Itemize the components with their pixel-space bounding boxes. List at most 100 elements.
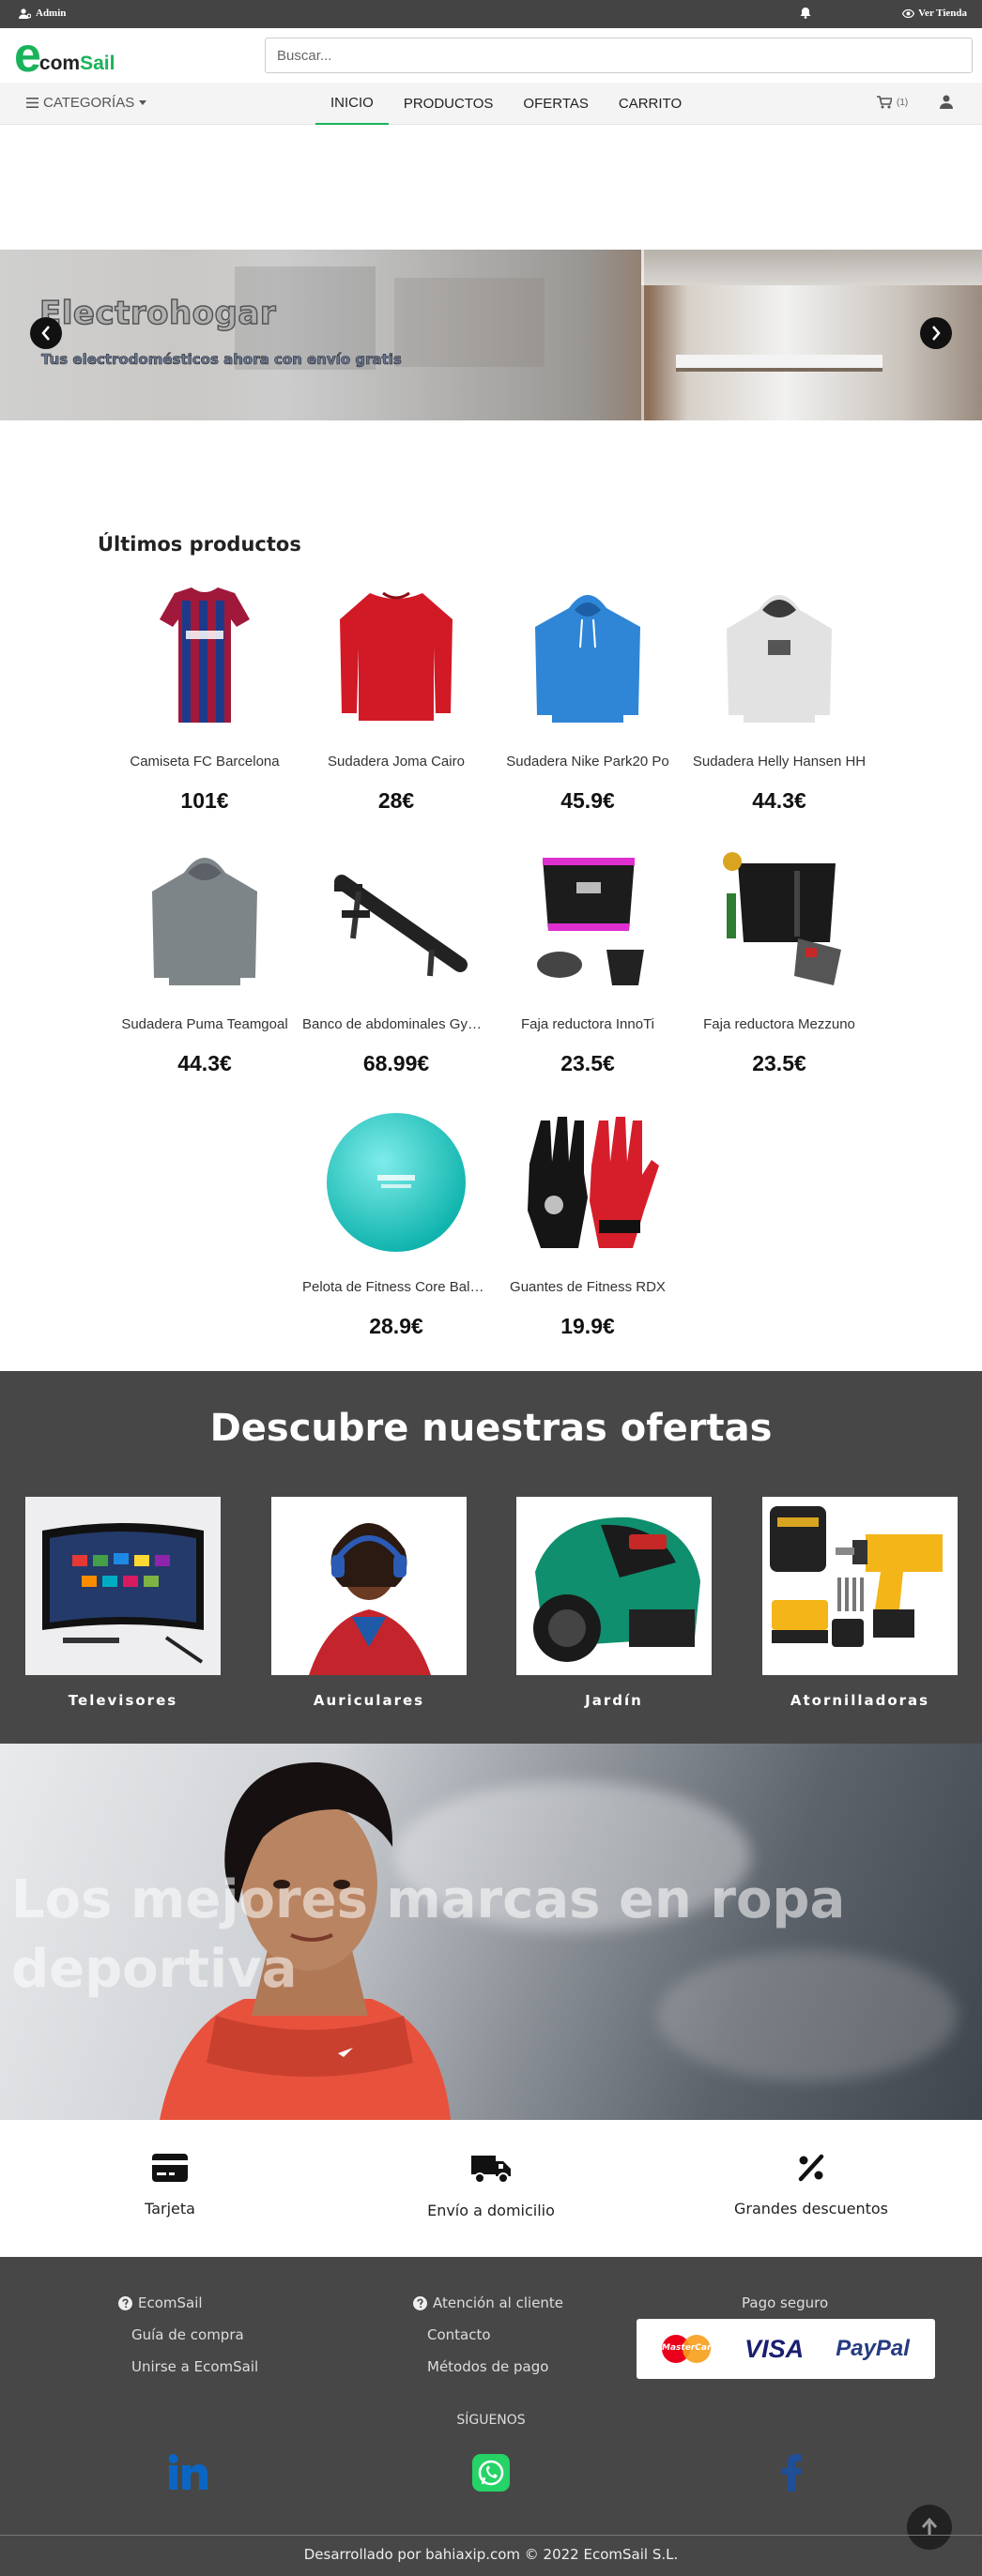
product-card[interactable]: Faja reductora InnoTi 23.5€ [492, 845, 683, 1098]
main-nav: CATEGORÍAS INICIO PRODUCTOS OFERTAS CARR… [0, 83, 982, 125]
product-price: 44.3€ [177, 1051, 232, 1075]
credit-card-icon [152, 2154, 188, 2182]
caret-down-icon [139, 100, 147, 105]
footer-col-atencion: Atención al cliente Contacto Métodos de … [413, 2294, 563, 2375]
menu-icon [26, 98, 38, 108]
footer-heading-text: EcomSail [138, 2294, 203, 2311]
carousel-prev-button[interactable] [30, 317, 62, 349]
product-image-hoodie-blue [535, 595, 640, 723]
admin-label: Admin [36, 8, 67, 19]
logo-name: comSail [39, 53, 115, 75]
logo-name-part2: Sail [80, 53, 115, 74]
footer-link-guia[interactable]: Guía de compra [131, 2326, 258, 2343]
product-name: Pelota de Fitness Core Balance [302, 1279, 492, 1295]
user-icon[interactable] [940, 95, 953, 114]
product-price: 44.3€ [752, 788, 806, 813]
product-price: 19.9€ [560, 1314, 615, 1338]
sport-banner-title: Los mejores marcas en ropa deportiva [11, 1869, 846, 2000]
offer-card-televisores[interactable]: Televisores [25, 1497, 221, 1709]
product-card[interactable]: Sudadera Joma Cairo 28€ [300, 582, 492, 835]
footer-link-metodos-pago[interactable]: Métodos de pago [427, 2358, 563, 2375]
product-name: Sudadera Nike Park20 Po [506, 754, 669, 770]
percent-icon [798, 2154, 824, 2182]
hero-subtitle: Tus electrodomésticos ahora con envío gr… [41, 351, 402, 369]
product-card[interactable]: Faja reductora Mezzuno 23.5€ [683, 845, 875, 1098]
chevron-left-icon [41, 326, 50, 341]
mastercard-logo: MasterCard [662, 2333, 717, 2365]
offer-label: Jardín [585, 1692, 643, 1709]
mastercard-label: MasterCard [662, 2343, 717, 2353]
eye-icon [902, 8, 915, 18]
cart-button[interactable]: (1) [877, 96, 908, 109]
product-card[interactable]: Sudadera Helly Hansen HH 44.3€ [683, 582, 875, 835]
cart-count: (1) [897, 97, 909, 108]
product-price: 45.9€ [560, 788, 615, 813]
product-image-sweatshirt-red [340, 591, 453, 721]
product-card[interactable]: Guantes de Fitness RDX 19.9€ [492, 1107, 683, 1361]
footer-link-unirse[interactable]: Unirse a EcomSail [131, 2358, 258, 2375]
question-circle-icon [118, 2295, 132, 2310]
offer-label: Atornilladoras [790, 1692, 930, 1709]
offer-label: Televisores [68, 1692, 178, 1709]
nav-link-ofertas[interactable]: OFERTAS [508, 83, 603, 125]
product-card[interactable]: Sudadera Nike Park20 Po 45.9€ [492, 582, 683, 835]
visa-logo: VISA [744, 2334, 805, 2363]
arrow-up-icon [921, 2518, 938, 2536]
offer-card-jardin[interactable]: Jardín [516, 1497, 712, 1709]
footer-secure-payment-heading: Pago seguro [742, 2294, 829, 2311]
logo-name-part1: com [38, 53, 81, 74]
feature-label: Grandes descuentos [734, 2200, 888, 2218]
hero-image-detail [641, 250, 982, 285]
footer-link-contacto[interactable]: Contacto [427, 2326, 563, 2343]
offer-label: Auriculares [313, 1692, 425, 1709]
user-cog-icon [19, 8, 31, 19]
nav-links: INICIO PRODUCTOS OFERTAS CARRITO [315, 83, 697, 125]
back-to-top-button[interactable] [907, 2505, 952, 2550]
admin-link[interactable]: Admin [19, 8, 66, 19]
product-card[interactable]: Pelota de Fitness Core Balance 28.9€ [300, 1107, 492, 1361]
view-store-link[interactable]: Ver Tienda [902, 8, 967, 19]
nav-link-productos[interactable]: PRODUCTOS [389, 83, 509, 125]
footer-col-ecomsail: EcomSail Guía de compra Unirse a EcomSai… [118, 2294, 258, 2375]
product-card[interactable]: Sudadera Puma Teamgoal 44.3€ [109, 845, 300, 1098]
whatsapp-icon[interactable] [472, 2454, 510, 2495]
footer-divider [0, 2535, 982, 2536]
offer-card-atornilladoras[interactable]: Atornilladoras [762, 1497, 958, 1709]
nav-link-inicio[interactable]: INICIO [315, 83, 389, 125]
hero-carousel: Electrohogar Tus electrodomésticos ahora… [0, 250, 982, 420]
bell-icon[interactable] [800, 7, 811, 22]
product-name: Sudadera Helly Hansen HH [692, 754, 867, 770]
product-card[interactable]: Camiseta FC Barcelona 101€ [109, 582, 300, 835]
product-image-hoodie-grey [727, 595, 832, 723]
nav-link-carrito[interactable]: CARRITO [604, 83, 697, 125]
product-name: Sudadera Puma Teamgoal [121, 1016, 288, 1032]
product-card[interactable]: Banco de abdominales Gymnastic 68.99€ [300, 845, 492, 1098]
linkedin-icon[interactable] [167, 2454, 208, 2493]
top-bar: Admin Ver Tienda [0, 0, 982, 28]
search-input[interactable] [265, 38, 973, 73]
cart-icon [877, 96, 892, 109]
product-name: Faja reductora Mezzuno [703, 1016, 855, 1032]
product-image-fitness-ball [327, 1113, 466, 1252]
facebook-icon[interactable] [779, 2454, 804, 2495]
latest-products-title: Últimos productos [98, 533, 301, 556]
hero-image-detail [676, 355, 882, 372]
payment-methods: MasterCard VISA PayPal [637, 2319, 935, 2379]
product-name: Banco de abdominales Gymnastic [302, 1016, 492, 1032]
categories-dropdown[interactable]: CATEGORÍAS [26, 95, 147, 111]
carousel-next-button[interactable] [920, 317, 952, 349]
paypal-logo: PayPal [836, 2336, 910, 2361]
features-strip: Tarjeta Envío a domicilio Grandes descue… [0, 2120, 982, 2257]
offer-card-auriculares[interactable]: Auriculares [271, 1497, 467, 1709]
product-image-hoodie-dark-grey [152, 858, 257, 985]
hero-divider [641, 250, 644, 420]
product-price: 101€ [180, 788, 229, 813]
truck-icon [471, 2156, 511, 2184]
sport-banner: Los mejores marcas en ropa deportiva [0, 1744, 982, 2120]
feature-label: Tarjeta [145, 2200, 195, 2218]
product-name: Sudadera Joma Cairo [328, 754, 465, 770]
copyright-text: Desarrollado por bahiaxip.com © 2022 Eco… [303, 2546, 679, 2563]
logo[interactable]: e comSail [14, 31, 115, 80]
product-image-gloves [528, 1117, 659, 1248]
footer-heading-text: Atención al cliente [433, 2294, 564, 2311]
